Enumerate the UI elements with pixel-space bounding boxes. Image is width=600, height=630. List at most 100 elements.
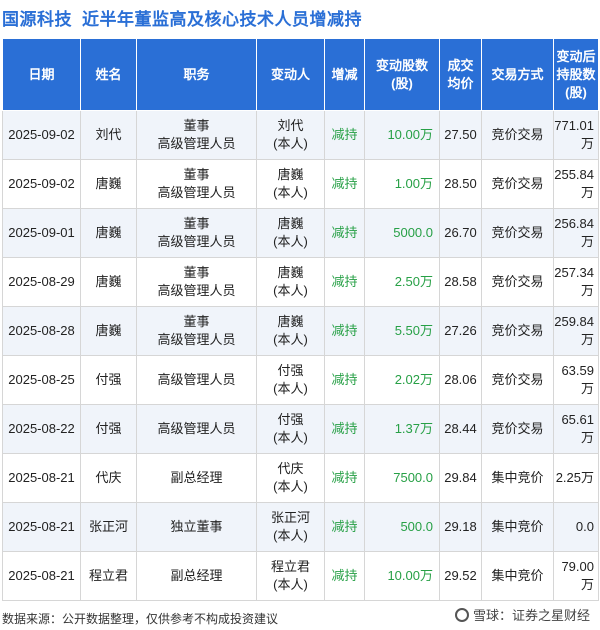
cell-price: 26.70	[439, 208, 482, 258]
cell-held: 255.84万	[553, 159, 599, 209]
col-header-amount: 变动股数 (股)	[364, 38, 440, 111]
cell-amount: 500.0	[364, 502, 440, 552]
cell-method: 竞价交易	[481, 306, 554, 356]
cell-held: 257.34万	[553, 257, 599, 307]
table-header-row: 日期 姓名 职务 变动人 增减 变动股数 (股) 成交 均价 交易方式 变动后 …	[2, 38, 599, 111]
page-title: 近半年董监高及核心技术人员增减持	[82, 9, 362, 29]
cell-date: 2025-08-29	[2, 257, 81, 307]
cell-method: 竞价交易	[481, 159, 554, 209]
cell-price: 29.84	[439, 453, 482, 503]
cell-name: 唐巍	[80, 159, 137, 209]
cell-price: 29.52	[439, 551, 482, 601]
cell-held: 65.61万	[553, 404, 599, 454]
col-header-person: 变动人	[256, 38, 325, 111]
table-row: 2025-08-21 代庆 副总经理 代庆 (本人) 减持 7500.0 29.84 集中竞价…	[2, 453, 599, 503]
cell-date: 2025-09-02	[2, 110, 81, 160]
cell-name: 唐巍	[80, 208, 137, 258]
cell-role: 董事 高级管理人员	[136, 208, 257, 258]
data-source-note: 数据来源：公开数据整理，仅供参考不构成投资建议	[2, 612, 279, 626]
brand-label: 雪球：证券之星财经	[472, 608, 590, 623]
cell-amount: 10.00万	[364, 110, 440, 160]
company-name: 国源科技	[2, 9, 72, 29]
cell-action: 减持	[324, 404, 365, 454]
cell-method: 竞价交易	[481, 257, 554, 307]
table-row: 2025-08-21 程立君 副总经理 程立君 (本人) 减持 10.00万 29.52 集中…	[2, 551, 599, 601]
table-row: 2025-09-02 唐巍 董事 高级管理人员 唐巍 (本人) 减持 1.00万 28.50…	[2, 159, 599, 209]
cell-method: 集中竞价	[481, 502, 554, 552]
cell-name: 唐巍	[80, 306, 137, 356]
cell-amount: 5.50万	[364, 306, 440, 356]
cell-person: 唐巍 (本人)	[256, 257, 325, 307]
table-row: 2025-09-01 唐巍 董事 高级管理人员 唐巍 (本人) 减持 5000.0 26.7…	[2, 208, 599, 258]
table-row: 2025-08-29 唐巍 董事 高级管理人员 唐巍 (本人) 减持 2.50万 28.58…	[2, 257, 599, 307]
col-header-action: 增减	[324, 38, 365, 111]
cell-amount: 2.50万	[364, 257, 440, 307]
cell-name: 付强	[80, 355, 137, 405]
cell-action: 减持	[324, 208, 365, 258]
cell-price: 28.06	[439, 355, 482, 405]
cell-person: 程立君 (本人)	[256, 551, 325, 601]
cell-date: 2025-08-25	[2, 355, 81, 405]
cell-price: 28.58	[439, 257, 482, 307]
cell-date: 2025-09-01	[2, 208, 81, 258]
cell-method: 集中竞价	[481, 551, 554, 601]
cell-amount: 1.37万	[364, 404, 440, 454]
cell-held: 256.84万	[553, 208, 599, 258]
cell-method: 竞价交易	[481, 404, 554, 454]
cell-role: 独立董事	[136, 502, 257, 552]
cell-person: 代庆 (本人)	[256, 453, 325, 503]
table-row: 2025-08-21 张正河 独立董事 张正河 (本人) 减持 500.0 29.18 集中竞…	[2, 502, 599, 552]
cell-role: 董事 高级管理人员	[136, 110, 257, 160]
cell-price: 28.44	[439, 404, 482, 454]
cell-name: 张正河	[80, 502, 137, 552]
col-header-method: 交易方式	[481, 38, 554, 111]
table-row: 2025-08-25 付强 高级管理人员 付强 (本人) 减持 2.02万 28.06 竞价交…	[2, 355, 599, 405]
cell-action: 减持	[324, 355, 365, 405]
cell-role: 高级管理人员	[136, 355, 257, 405]
cell-person: 刘代 (本人)	[256, 110, 325, 160]
cell-price: 27.26	[439, 306, 482, 356]
cell-action: 减持	[324, 159, 365, 209]
cell-person: 唐巍 (本人)	[256, 306, 325, 356]
cell-role: 董事 高级管理人员	[136, 257, 257, 307]
cell-name: 程立君	[80, 551, 137, 601]
cell-held: 771.01万	[553, 110, 599, 160]
cell-action: 减持	[324, 257, 365, 307]
cell-date: 2025-08-21	[2, 502, 81, 552]
cell-role: 董事 高级管理人员	[136, 306, 257, 356]
cell-date: 2025-08-28	[2, 306, 81, 356]
cell-price: 27.50	[439, 110, 482, 160]
col-header-date: 日期	[2, 38, 81, 111]
cell-action: 减持	[324, 110, 365, 160]
col-header-price: 成交 均价	[439, 38, 482, 111]
cell-action: 减持	[324, 551, 365, 601]
cell-held: 79.00万	[553, 551, 599, 601]
cell-role: 高级管理人员	[136, 404, 257, 454]
cell-role: 董事 高级管理人员	[136, 159, 257, 209]
cell-price: 28.50	[439, 159, 482, 209]
table-row: 2025-09-02 刘代 董事 高级管理人员 刘代 (本人) 减持 10.00万 27.5…	[2, 110, 599, 160]
col-header-name: 姓名	[80, 38, 137, 111]
col-header-role: 职务	[136, 38, 257, 111]
cell-role: 副总经理	[136, 453, 257, 503]
cell-method: 竞价交易	[481, 355, 554, 405]
cell-date: 2025-08-21	[2, 551, 81, 601]
cell-action: 减持	[324, 306, 365, 356]
table-body: 2025-09-02 刘代 董事 高级管理人员 刘代 (本人) 减持 10.00万 27.5…	[2, 110, 599, 601]
cell-price: 29.18	[439, 502, 482, 552]
col-header-held: 变动后 持股数 (股)	[553, 38, 599, 111]
cell-held: 259.84万	[553, 306, 599, 356]
cell-person: 唐巍 (本人)	[256, 159, 325, 209]
cell-name: 刘代	[80, 110, 137, 160]
cell-person: 付强 (本人)	[256, 355, 325, 405]
cell-person: 张正河 (本人)	[256, 502, 325, 552]
cell-action: 减持	[324, 502, 365, 552]
cell-method: 竞价交易	[481, 110, 554, 160]
cell-held: 63.59万	[553, 355, 599, 405]
table-row: 2025-08-28 唐巍 董事 高级管理人员 唐巍 (本人) 减持 5.50万 27.26…	[2, 306, 599, 356]
cell-person: 唐巍 (本人)	[256, 208, 325, 258]
cell-amount: 5000.0	[364, 208, 440, 258]
table-row: 2025-08-22 付强 高级管理人员 付强 (本人) 减持 1.37万 28.44 竞价交…	[2, 404, 599, 454]
cell-held: 0.0	[553, 502, 599, 552]
brand-watermark: 雪球：证券之星财经	[454, 605, 590, 624]
